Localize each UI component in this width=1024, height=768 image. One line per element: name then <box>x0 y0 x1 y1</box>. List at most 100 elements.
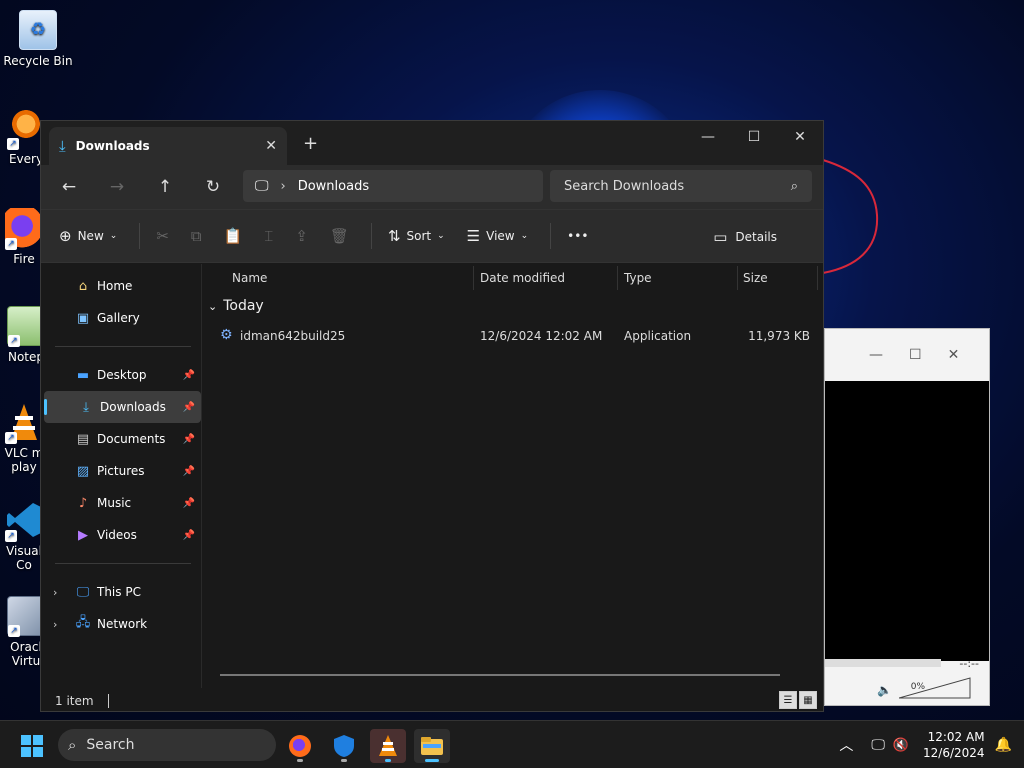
volume-slider[interactable] <box>899 677 971 699</box>
volume-muted-icon[interactable]: 🔇 <box>893 738 909 753</box>
network-monitor-icon[interactable]: 🖵 <box>871 737 885 753</box>
tiles-view-icon[interactable]: ▦ <box>799 691 817 709</box>
new-button[interactable]: ⊕ New ⌄ <box>59 227 117 245</box>
monitor-icon: 🖵 <box>255 178 269 194</box>
chevron-up-icon[interactable]: ︿ <box>839 735 853 755</box>
nav-label: Downloads <box>100 400 166 414</box>
maximize-icon[interactable]: ☐ <box>731 121 777 153</box>
nav-item-pictures[interactable]: ▨ Pictures 📌 <box>41 455 201 487</box>
share-button[interactable]: ⇪ <box>295 227 308 245</box>
toolbar-divider <box>370 223 372 249</box>
column-separator[interactable] <box>817 266 818 290</box>
nav-item-music[interactable]: ♪ Music 📌 <box>41 487 201 519</box>
plus-circle-icon: ⊕ <box>59 227 72 245</box>
chevron-right-icon[interactable]: › <box>53 618 57 631</box>
refresh-icon[interactable]: ↻ <box>189 177 237 197</box>
vscode-icon: ↗ <box>5 500 43 542</box>
details-label: Details <box>735 230 777 244</box>
system-tray: ︿ 🖵 🔇 12:02 AM 12/6/2024 🔔 <box>839 721 1024 768</box>
details-pane-icon: ▭ <box>713 228 728 246</box>
tab-close-icon[interactable]: ✕ <box>265 138 277 154</box>
start-button[interactable] <box>14 729 50 763</box>
column-separator[interactable] <box>473 266 474 290</box>
forward-arrow-icon[interactable]: → <box>93 177 141 197</box>
taskbar-defender[interactable] <box>326 729 362 763</box>
shortcut-arrow-icon: ↗ <box>8 625 20 637</box>
rename-button[interactable]: ⌶ <box>264 227 273 245</box>
pin-icon[interactable]: 📌 <box>183 434 195 445</box>
desktop-icon-recycle-bin[interactable]: ♻ Recycle Bin <box>0 10 76 68</box>
chevron-right-icon[interactable]: › <box>53 586 57 599</box>
column-header-date-modified[interactable]: Date modified <box>480 271 565 285</box>
details-view-icon[interactable]: ☰ <box>779 691 797 709</box>
item-count: 1 item <box>55 693 94 708</box>
column-header-size[interactable]: Size <box>743 271 768 285</box>
chevron-right-icon[interactable]: › <box>281 179 286 194</box>
nav-label: Videos <box>97 528 137 542</box>
pin-icon[interactable]: 📌 <box>183 498 195 509</box>
nav-item-gallery[interactable]: ▣ Gallery <box>41 302 201 334</box>
shield-icon <box>334 735 354 757</box>
taskbar-file-explorer[interactable] <box>414 729 450 763</box>
close-icon[interactable]: ✕ <box>948 347 960 363</box>
computer-icon: 🖵 <box>76 584 90 600</box>
command-bar: ⊕ New ⌄ ✂ ⧉ 📋 ⌶ ⇪ 🗑 ⇅ Sort ⌄ ☰ View ⌄ ••… <box>41 209 823 263</box>
media-player-video-area[interactable] <box>825 381 989 661</box>
nav-item-desktop[interactable]: ▬ Desktop 📌 <box>41 359 201 391</box>
see-more-button[interactable]: ••• <box>567 229 588 243</box>
clock[interactable]: 12:02 AM 12/6/2024 <box>923 729 985 761</box>
maximize-icon[interactable]: ☐ <box>909 347 922 363</box>
tab-downloads[interactable]: ⤓ Downloads ✕ <box>49 127 287 165</box>
video-icon: ▶ <box>78 527 88 543</box>
notification-bell-icon[interactable]: 🔔 <box>995 737 1012 753</box>
nav-item-this-pc[interactable]: › 🖵 This PC <box>41 576 201 608</box>
address-bar[interactable]: 🖵 › Downloads <box>243 170 543 202</box>
nav-item-downloads[interactable]: ⤓ Downloads 📌 <box>44 391 201 423</box>
shortcut-arrow-icon: ↗ <box>7 138 19 150</box>
nav-item-videos[interactable]: ▶ Videos 📌 <box>41 519 201 551</box>
back-arrow-icon[interactable]: ← <box>45 177 93 197</box>
speaker-icon[interactable]: 🔈 <box>877 683 892 697</box>
pin-icon[interactable]: 📌 <box>183 402 195 413</box>
cut-button[interactable]: ✂ <box>156 227 169 245</box>
group-header-today[interactable]: ⌄ Today <box>208 298 264 314</box>
pin-icon[interactable]: 📌 <box>183 466 195 477</box>
nav-label: Home <box>97 279 133 293</box>
details-pane-button[interactable]: ▭ Details <box>713 228 777 246</box>
taskbar-search[interactable]: ⌕ Search <box>58 729 276 761</box>
toolbar-divider <box>139 223 141 249</box>
pin-icon[interactable]: 📌 <box>183 530 195 541</box>
nav-label: Gallery <box>97 311 140 325</box>
nav-label: Pictures <box>97 464 145 478</box>
scissors-icon: ✂ <box>156 227 169 245</box>
taskbar-firefox[interactable] <box>282 729 318 763</box>
column-separator[interactable] <box>617 266 618 290</box>
recycle-bin-icon: ♻ <box>19 10 57 50</box>
copy-button[interactable]: ⧉ <box>191 227 202 245</box>
column-header-name[interactable]: Name <box>232 271 267 285</box>
column-separator[interactable] <box>737 266 738 290</box>
nav-item-documents[interactable]: ▤ Documents 📌 <box>41 423 201 455</box>
minimize-icon[interactable]: — <box>685 121 731 153</box>
minimize-icon[interactable]: — <box>869 347 883 363</box>
table-row[interactable]: ⚙ idman642build25 12/6/2024 12:02 AM App… <box>214 324 816 350</box>
nav-item-network[interactable]: › 🖧 Network <box>41 608 201 640</box>
sort-button[interactable]: ⇅ Sort ⌄ <box>388 227 445 245</box>
horizontal-scrollbar[interactable] <box>220 674 780 676</box>
pin-icon[interactable]: 📌 <box>183 370 195 381</box>
search-input[interactable]: Search Downloads ⌕ <box>550 170 812 202</box>
delete-button[interactable]: 🗑 <box>330 227 349 245</box>
up-arrow-icon[interactable]: ↑ <box>141 177 189 197</box>
paste-button[interactable]: 📋 <box>224 227 243 245</box>
column-header-type[interactable]: Type <box>624 271 652 285</box>
network-icon: 🖧 <box>75 615 91 630</box>
nav-item-home[interactable]: ⌂ Home <box>41 270 201 302</box>
media-player-seek-bar[interactable] <box>825 659 941 667</box>
breadcrumb-downloads[interactable]: Downloads <box>298 179 369 194</box>
taskbar-vlc[interactable] <box>370 729 406 763</box>
new-tab-plus-icon[interactable]: + <box>303 133 318 154</box>
media-player-window[interactable]: — ☐ ✕ --:-- 🔈 0% <box>824 328 990 706</box>
red-annotation-scribble <box>822 159 879 274</box>
close-icon[interactable]: ✕ <box>777 121 823 153</box>
view-button[interactable]: ☰ View ⌄ <box>467 227 528 245</box>
